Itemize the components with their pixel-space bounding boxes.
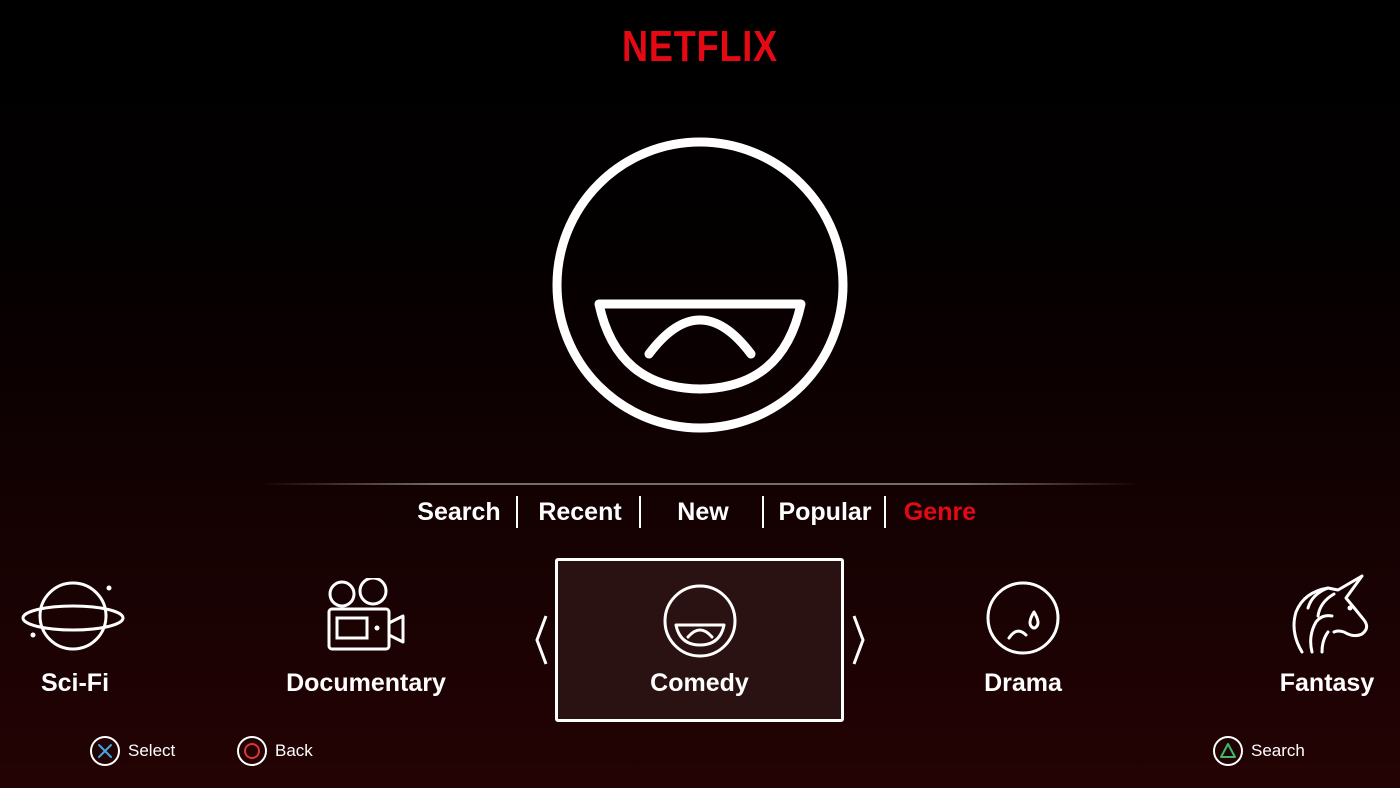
menu-separator — [639, 496, 641, 528]
movie-camera-icon — [327, 578, 405, 651]
circle-button-icon — [237, 736, 267, 766]
genre-label: Fantasy — [1279, 669, 1375, 697]
menu-separator — [762, 496, 764, 528]
genre-tile-fantasy[interactable]: Fantasy — [1268, 558, 1386, 722]
hint-select[interactable]: Select — [90, 734, 175, 768]
cross-button-icon — [90, 736, 120, 766]
hint-label: Back — [275, 741, 313, 760]
hint-label: Search — [1251, 741, 1305, 760]
menu-item-new[interactable]: New — [648, 493, 758, 533]
chevron-left-icon[interactable] — [533, 614, 549, 666]
menu-item-popular[interactable]: Popular — [771, 493, 879, 533]
menu-divider — [260, 483, 1140, 485]
hint-label: Select — [128, 741, 176, 760]
category-menu: Search Recent New Popular Genre — [0, 493, 1400, 533]
menu-item-recent[interactable]: Recent — [525, 493, 635, 533]
chevron-right-icon[interactable] — [851, 614, 867, 666]
menu-separator — [884, 496, 886, 528]
genre-tile-scifi[interactable]: Sci-Fi — [0, 558, 150, 722]
genre-tile-comedy[interactable]: Comedy — [555, 558, 844, 722]
hint-back[interactable]: Back — [237, 734, 313, 768]
genre-tile-documentary[interactable]: Documentary — [276, 558, 456, 722]
genre-tile-drama[interactable]: Drama — [963, 558, 1083, 722]
menu-separator — [516, 496, 518, 528]
genre-label: Sci-Fi — [40, 669, 110, 697]
comedy-face-icon — [552, 137, 848, 433]
menu-item-genre[interactable]: Genre — [893, 493, 987, 533]
unicorn-icon — [1292, 574, 1369, 654]
comedy-face-icon — [663, 584, 736, 658]
genre-label: Comedy — [650, 669, 749, 697]
genre-label: Drama — [984, 669, 1062, 697]
menu-item-search[interactable]: Search — [405, 493, 513, 533]
planet-icon — [21, 581, 125, 651]
hint-search[interactable]: Search — [1213, 734, 1305, 768]
netflix-logo: NETFLIX — [621, 22, 779, 71]
genre-label: Documentary — [286, 669, 446, 697]
triangle-button-icon — [1213, 736, 1243, 766]
sad-face-icon — [986, 581, 1060, 655]
